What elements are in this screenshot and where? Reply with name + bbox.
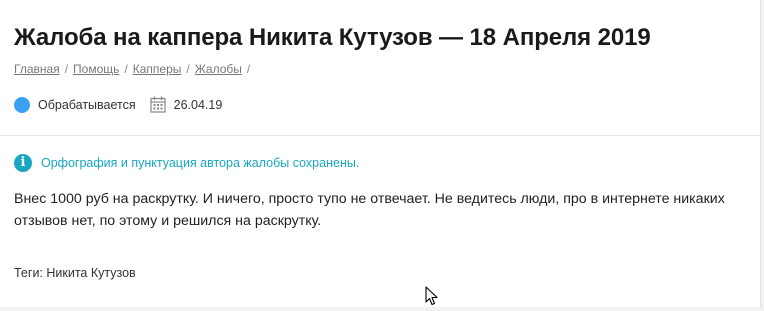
complaint-header: Жалоба на каппера Никита Кутузов — 18 Ап… <box>0 0 760 136</box>
breadcrumb-link-complaints[interactable]: Жалобы <box>195 62 242 76</box>
breadcrumb-separator: / <box>124 62 128 76</box>
breadcrumb-link-help[interactable]: Помощь <box>73 62 119 76</box>
breadcrumb-link-cappers[interactable]: Капперы <box>133 62 182 76</box>
breadcrumb: Главная / Помощь / Капперы / Жалобы / <box>14 62 255 76</box>
breadcrumb-separator: / <box>186 62 190 76</box>
breadcrumb-link-home[interactable]: Главная <box>14 62 60 76</box>
status-label: Обрабатывается <box>38 97 136 112</box>
page-title: Жалоба на каппера Никита Кутузов — 18 Ап… <box>14 24 651 51</box>
status-dot-icon <box>14 96 30 113</box>
complaint-meta: Обрабатывается 26.04.19 <box>14 96 222 113</box>
tags: Теги: Никита Кутузов <box>14 266 136 280</box>
complaint-card: Жалоба на каппера Никита Кутузов — 18 Ап… <box>0 0 761 307</box>
spelling-notice: i Орфография и пунктуация автора жалобы … <box>14 154 359 172</box>
calendar-icon <box>150 96 166 113</box>
info-icon: i <box>14 154 32 172</box>
breadcrumb-separator: / <box>246 62 251 76</box>
breadcrumb-separator: / <box>64 62 69 76</box>
complaint-text: Внес 1000 руб на раскрутку. И ничего, пр… <box>14 191 725 229</box>
complaint-date: 26.04.19 <box>173 97 223 112</box>
mouse-cursor-icon <box>425 286 439 311</box>
notice-text: Орфография и пунктуация автора жалобы со… <box>41 156 360 170</box>
